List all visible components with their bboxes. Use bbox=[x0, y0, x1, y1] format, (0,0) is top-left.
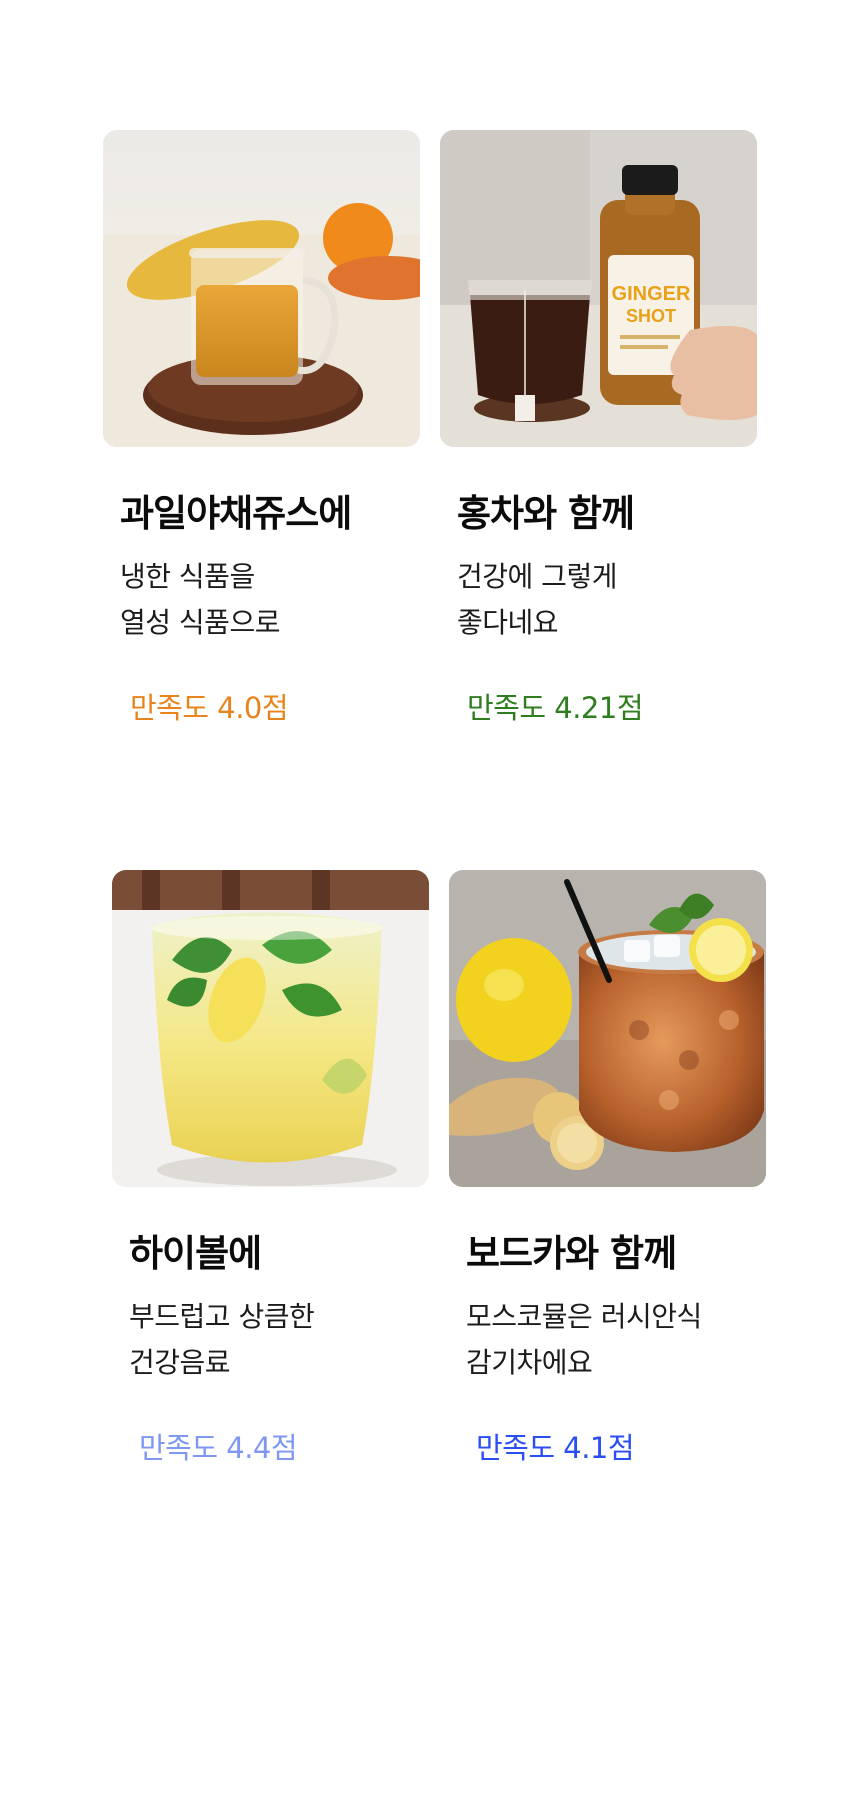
drink-card[interactable]: 보드카와 함께 모스코뮬은 러시안식 감기차에요 만족도 4.1점 bbox=[449, 870, 766, 1465]
satisfaction-rating: 만족도 4.1점 bbox=[476, 1431, 635, 1465]
card-description: 건강에 그렇게 좋다네요 bbox=[457, 554, 617, 646]
card-description: 냉한 식품을 열성 식품으로 bbox=[120, 554, 280, 646]
juice-glass-photo bbox=[103, 130, 420, 447]
drink-card[interactable]: 과일야채쥬스에 냉한 식품을 열성 식품으로 만족도 4.0점 bbox=[103, 130, 420, 725]
card-title: 보드카와 함께 bbox=[466, 1232, 677, 1275]
card-title: 과일야채쥬스에 bbox=[120, 492, 352, 535]
card-description-line: 열성 식품으로 bbox=[120, 606, 280, 639]
bottle-label-text: GINGER bbox=[612, 283, 691, 305]
card-description-line: 감기차에요 bbox=[466, 1346, 593, 1379]
card-title: 홍차와 함께 bbox=[457, 492, 635, 535]
card-description-line: 건강음료 bbox=[129, 1346, 231, 1379]
bottle-label-text: SHOT bbox=[626, 306, 676, 326]
highball-photo bbox=[112, 870, 429, 1187]
card-description: 모스코뮬은 러시안식 감기차에요 bbox=[466, 1294, 702, 1386]
moscow-mule-photo bbox=[449, 870, 766, 1187]
satisfaction-rating: 만족도 4.0점 bbox=[130, 691, 289, 725]
drink-card[interactable]: 하이볼에 부드럽고 상큼한 건강음료 만족도 4.4점 bbox=[112, 870, 429, 1465]
satisfaction-rating: 만족도 4.4점 bbox=[139, 1431, 298, 1465]
card-description-line: 좋다네요 bbox=[457, 606, 559, 639]
drink-card[interactable]: GINGER SHOT 홍차와 함께 건강에 그렇게 좋다네요 만족도 4.21… bbox=[440, 130, 757, 725]
black-tea-photo: GINGER SHOT bbox=[440, 130, 757, 447]
satisfaction-rating: 만족도 4.21점 bbox=[467, 691, 644, 725]
card-description-line: 냉한 식품을 bbox=[120, 560, 255, 593]
card-description-line: 부드럽고 상큼한 bbox=[129, 1300, 315, 1333]
card-description-line: 건강에 그렇게 bbox=[457, 560, 617, 593]
card-description-line: 모스코뮬은 러시안식 bbox=[466, 1300, 702, 1333]
card-description: 부드럽고 상큼한 건강음료 bbox=[129, 1294, 315, 1386]
card-title: 하이볼에 bbox=[129, 1232, 262, 1275]
